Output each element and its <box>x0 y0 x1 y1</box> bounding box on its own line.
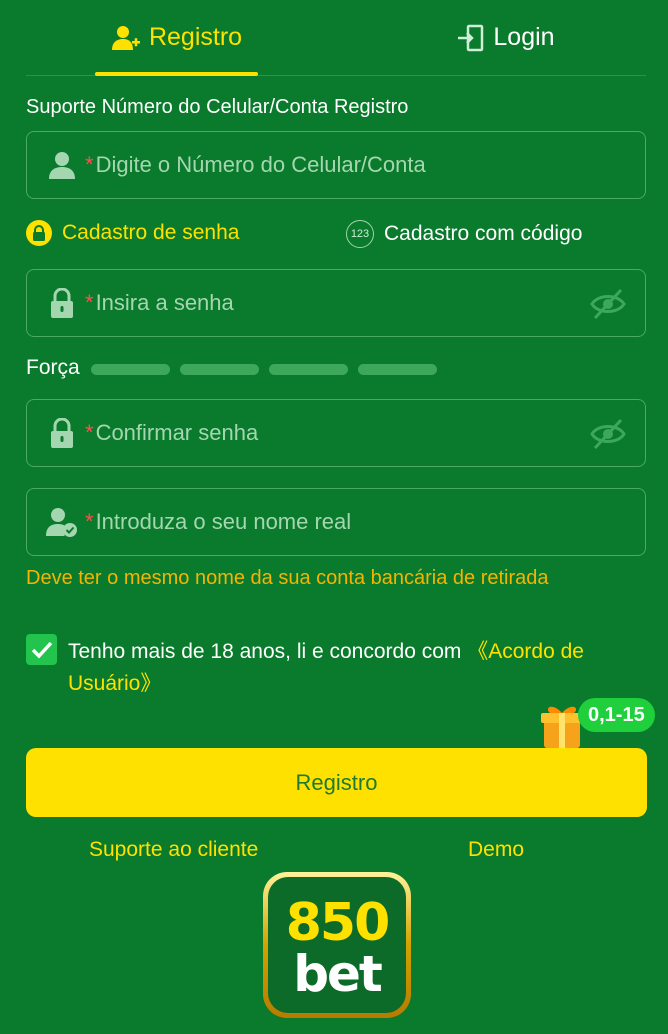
mode-password-label: Cadastro de senha <box>62 221 240 244</box>
customer-support-link[interactable]: Suporte ao cliente <box>89 838 258 862</box>
logo-number: 850 <box>285 893 391 953</box>
password-input[interactable] <box>95 290 645 316</box>
user-add-icon <box>111 25 140 50</box>
brand-logo-inner: 850 bet <box>268 877 406 1013</box>
real-name-input[interactable] <box>95 509 645 535</box>
user-icon <box>45 148 79 182</box>
agreement-checkbox[interactable] <box>26 634 57 665</box>
lock-icon <box>45 416 79 450</box>
register-button[interactable]: Registro <box>26 748 647 817</box>
agreement-text: Tenho mais de 18 anos, li e concordo com… <box>68 636 628 700</box>
login-door-icon <box>458 24 484 51</box>
required-mark: * <box>85 509 94 534</box>
lock-icon <box>26 220 52 246</box>
auth-tabs: Registro Login <box>26 0 646 76</box>
strength-bar-segment <box>91 364 170 375</box>
tab-registro-label: Registro <box>148 23 243 51</box>
tab-login[interactable]: Login <box>426 0 586 75</box>
required-mark: * <box>85 290 94 315</box>
real-name-hint: Deve ter o mesmo nome da sua conta bancá… <box>26 567 549 589</box>
checkmark-icon <box>31 641 52 659</box>
eye-hidden-icon[interactable] <box>589 415 627 453</box>
tab-registro[interactable]: Registro <box>95 0 258 76</box>
eye-hidden-icon[interactable] <box>589 285 627 323</box>
mode-code-registration[interactable]: 123 Cadastro com código <box>346 220 582 248</box>
demo-link[interactable]: Demo <box>468 838 524 862</box>
real-name-field: * <box>26 488 646 556</box>
lock-icon <box>45 286 79 320</box>
strength-bar-segment <box>180 364 259 375</box>
brand-logo: 850 bet <box>263 872 411 1018</box>
tab-login-label: Login <box>493 23 555 51</box>
logo-word: bet <box>293 945 383 1003</box>
phone-field: * <box>26 131 646 199</box>
confirm-password-field: * <box>26 399 646 467</box>
required-mark: * <box>85 152 94 177</box>
confirm-password-input[interactable] <box>95 420 645 446</box>
phone-input[interactable] <box>95 152 645 178</box>
gift-badge[interactable]: 0,1-15 <box>578 698 655 732</box>
password-field: * <box>26 269 646 337</box>
strength-label: Força <box>26 356 80 379</box>
required-mark: * <box>85 420 94 445</box>
user-verified-icon <box>45 505 79 539</box>
mode-code-label: Cadastro com código <box>384 222 583 245</box>
mode-password-registration[interactable]: Cadastro de senha <box>26 220 239 246</box>
code-123-icon: 123 <box>346 220 374 248</box>
support-label: Suporte Número do Celular/Conta Registro <box>26 96 409 118</box>
agreement-statement: Tenho mais de 18 anos, li e concordo com <box>68 640 468 663</box>
strength-bar-segment <box>269 364 348 375</box>
active-tab-indicator <box>95 72 258 76</box>
strength-bar-segment <box>358 364 437 375</box>
